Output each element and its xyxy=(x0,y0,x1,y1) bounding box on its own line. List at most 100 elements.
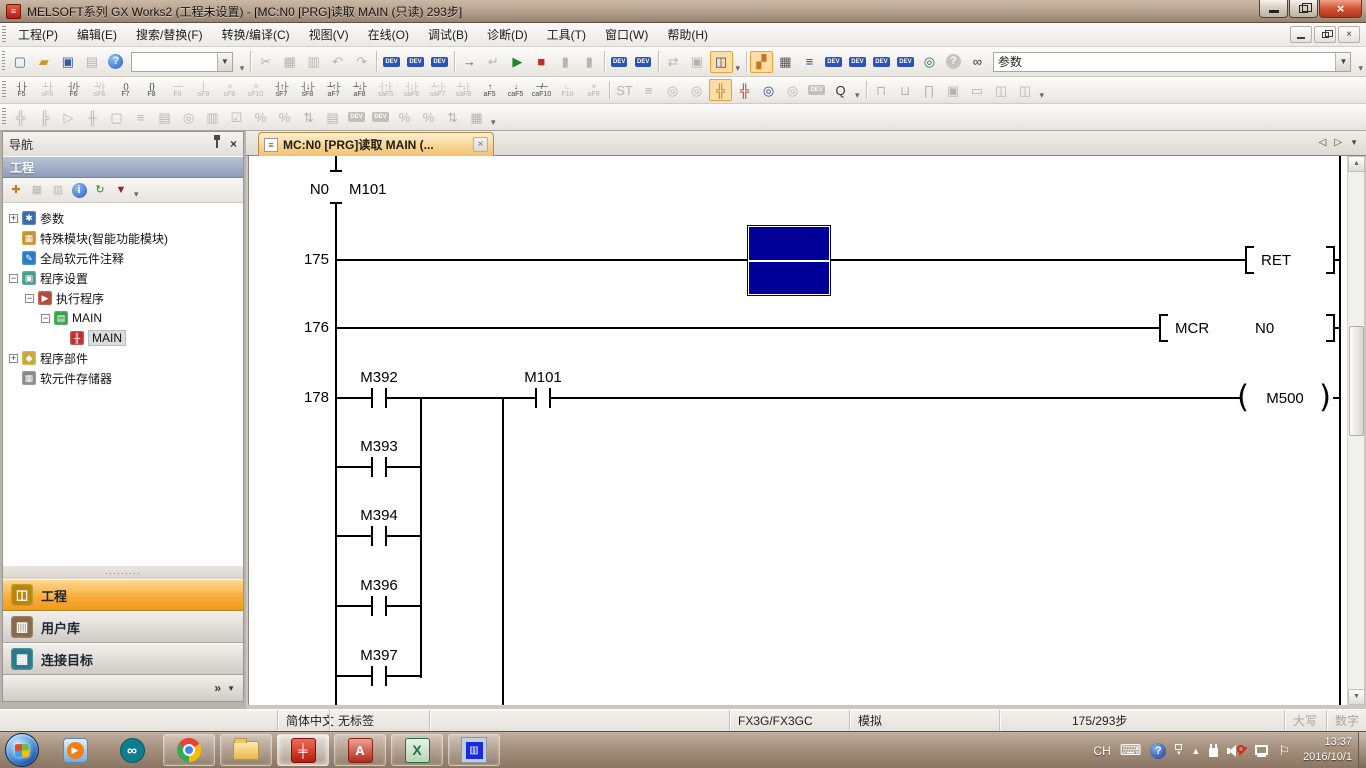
window-cascade-icon[interactable]: ◫ xyxy=(1014,79,1037,101)
nav-pane-user-library[interactable]: ▥ 用户库 xyxy=(3,611,243,643)
scrollbar-thumb[interactable] xyxy=(1349,326,1364,436)
open-branch-icon[interactable]: ┴├sF5 xyxy=(35,79,60,102)
monitor-write-icon[interactable]: ▮ xyxy=(578,51,601,73)
window-split-icon[interactable]: ◫ xyxy=(990,79,1013,101)
scroll-up-icon[interactable]: ▲ xyxy=(1348,156,1365,172)
window-select-combo[interactable]: ▼ xyxy=(131,52,232,72)
falling-pulse-branch-icon[interactable]: ┴↓├aF8 xyxy=(347,79,372,102)
taskbar-arduino-icon[interactable]: ∞ xyxy=(106,734,158,766)
free-wire-mode-icon[interactable]: ╬ xyxy=(733,79,756,101)
chevron-down-icon[interactable]: ▼ xyxy=(227,684,235,693)
nav-refresh-icon[interactable]: ↻ xyxy=(90,181,110,200)
scroll-down-icon[interactable]: ▼ xyxy=(1348,689,1365,705)
close-button[interactable]: × xyxy=(1319,0,1362,18)
contact-m397[interactable] xyxy=(371,666,387,686)
toolbar-overflow-icon[interactable]: ▾ xyxy=(733,63,744,74)
output-window-icon[interactable]: ≡ xyxy=(798,51,821,73)
falling-pulse-close-icon[interactable]: ┤↓├saF6 xyxy=(399,79,424,102)
list-view-icon[interactable]: ▤ xyxy=(321,106,344,128)
save-icon[interactable]: ▣ xyxy=(56,51,79,73)
jump-source-icon[interactable]: ▣ xyxy=(942,79,965,101)
verify-with-plc-icon[interactable]: ⇄ xyxy=(662,51,685,73)
mdi-restore-button[interactable] xyxy=(1314,26,1336,43)
taskbar-wmp-icon[interactable]: ▶ xyxy=(49,734,101,766)
tab-main-program[interactable]: ≡ MC:N0 [PRG]读取 MAIN (... × xyxy=(258,132,494,156)
volume-muted-icon[interactable] xyxy=(1227,743,1245,759)
device-display-icon[interactable]: DEV xyxy=(345,106,368,128)
close-branch-icon[interactable]: ┴/├sF6 xyxy=(87,79,112,102)
toolbar-overflow-icon[interactable]: ▾ xyxy=(488,117,499,128)
watch-window-icon[interactable]: DEV xyxy=(894,51,917,73)
tree-expander-icon[interactable] xyxy=(9,254,18,263)
monitor-pause-icon[interactable]: ▮ xyxy=(554,51,577,73)
menu-item[interactable]: 工程(P) xyxy=(9,22,67,47)
note-display-icon[interactable]: ⇅ xyxy=(441,106,464,128)
new-project-icon[interactable]: ▢ xyxy=(8,51,31,73)
paste-icon[interactable]: ▥ xyxy=(302,51,325,73)
network-icon[interactable] xyxy=(1254,745,1269,758)
sfc-selection-icon[interactable]: ▤ xyxy=(153,106,176,128)
read-from-plc-icon[interactable]: ↵ xyxy=(482,51,505,73)
edit-cursor[interactable] xyxy=(748,226,830,295)
sfc-jump-icon[interactable]: ╫ xyxy=(81,106,104,128)
menu-item[interactable]: 视图(V) xyxy=(300,22,358,47)
menu-item[interactable]: 调试(B) xyxy=(419,22,477,47)
nav-copy-icon[interactable]: ▦ xyxy=(27,181,47,200)
tree-item-execution-program[interactable]: − ▶ 执行程序 xyxy=(3,288,243,308)
toolbar-overflow-icon[interactable]: ▾ xyxy=(1037,90,1048,101)
tree-expander-icon[interactable]: + xyxy=(9,214,18,223)
toolbar-grip[interactable] xyxy=(2,108,6,126)
monitor-stop-icon[interactable]: ■ xyxy=(530,51,553,73)
tree-expander-icon[interactable] xyxy=(57,334,66,343)
nav-new-icon[interactable]: ✚ xyxy=(6,181,26,200)
navigation-window-icon[interactable]: ▞ xyxy=(750,51,773,73)
device-jump-icon[interactable]: DEV xyxy=(805,79,828,101)
taskbar-gxworks-icon[interactable]: ╪ xyxy=(277,734,329,766)
menu-item[interactable]: 搜索/替换(F) xyxy=(127,22,212,47)
delete-horizontal-line-icon[interactable]: ×cF9 xyxy=(217,79,242,102)
simulation-icon[interactable]: ◫ xyxy=(710,51,733,73)
tray-window-icon[interactable]: ▾ xyxy=(1175,744,1182,757)
taskbar-chrome-icon[interactable] xyxy=(163,734,215,766)
keyboard-icon[interactable]: ⌨ xyxy=(1120,743,1142,758)
taskbar-explorer-icon[interactable] xyxy=(220,734,272,766)
copy-icon[interactable]: ▦ xyxy=(278,51,301,73)
menu-grip[interactable] xyxy=(2,26,6,42)
delete-vertical-line-icon[interactable]: ×cF10 xyxy=(243,79,268,102)
sfc-comment-icon[interactable]: ▥ xyxy=(201,106,224,128)
menu-item[interactable]: 诊断(D) xyxy=(478,22,537,47)
tray-help-icon[interactable]: ? xyxy=(1150,743,1166,759)
rising-pulse-branch-icon[interactable]: ┴↑├aF7 xyxy=(321,79,346,102)
ret-instruction[interactable]: RET xyxy=(1261,252,1291,269)
help-question-icon[interactable]: ? xyxy=(942,51,965,73)
contact-m394[interactable] xyxy=(371,526,387,546)
contact-m392[interactable] xyxy=(371,388,387,408)
rising-pulse-close-branch-icon[interactable]: ┴↑├saF7 xyxy=(425,79,450,102)
chevron-down-icon[interactable]: ▼ xyxy=(1335,53,1350,71)
nav-pane-connection[interactable]: ▦ 连接目标 xyxy=(3,643,243,675)
print-icon[interactable]: ▤ xyxy=(80,51,103,73)
tree-expander-icon[interactable]: + xyxy=(9,354,18,363)
tray-language[interactable]: CH xyxy=(1093,744,1110,758)
sort-icon[interactable]: ⇅ xyxy=(297,106,320,128)
mdi-minimize-button[interactable] xyxy=(1290,26,1312,43)
find-target-combo[interactable]: 参数▼ xyxy=(993,52,1352,72)
taskbar-simulator-icon[interactable]: ▥ xyxy=(448,734,500,766)
function-block-icon[interactable]: ▦ xyxy=(774,51,797,73)
device-registration-monitor-icon[interactable]: DEV xyxy=(632,51,655,73)
mcr-operand[interactable]: N0 xyxy=(1255,320,1274,337)
start-watch-icon[interactable]: ⊓ xyxy=(870,79,893,101)
falling-pulse-icon[interactable]: ┤↓├sF8 xyxy=(295,79,320,102)
more-panes-icon[interactable]: » xyxy=(214,681,221,695)
coil-label[interactable]: M500 xyxy=(1253,390,1317,407)
undo-icon[interactable]: ↶ xyxy=(326,51,349,73)
coil-icon[interactable]: ( )F7 xyxy=(113,79,138,102)
mcr-instruction[interactable]: MCR xyxy=(1175,320,1209,337)
rising-pulse-close-icon[interactable]: ┤↑├saF5 xyxy=(373,79,398,102)
falling-pulse-close-branch-icon[interactable]: ┴↓├saF8 xyxy=(451,79,476,102)
start-button[interactable] xyxy=(5,733,39,767)
find-statement-icon[interactable]: ◎ xyxy=(661,79,684,101)
zoom-source-icon[interactable]: ◎ xyxy=(781,79,804,101)
power-plug-icon[interactable] xyxy=(1209,748,1218,757)
tree-item-parameter[interactable]: + ✱ 参数 xyxy=(3,208,243,228)
